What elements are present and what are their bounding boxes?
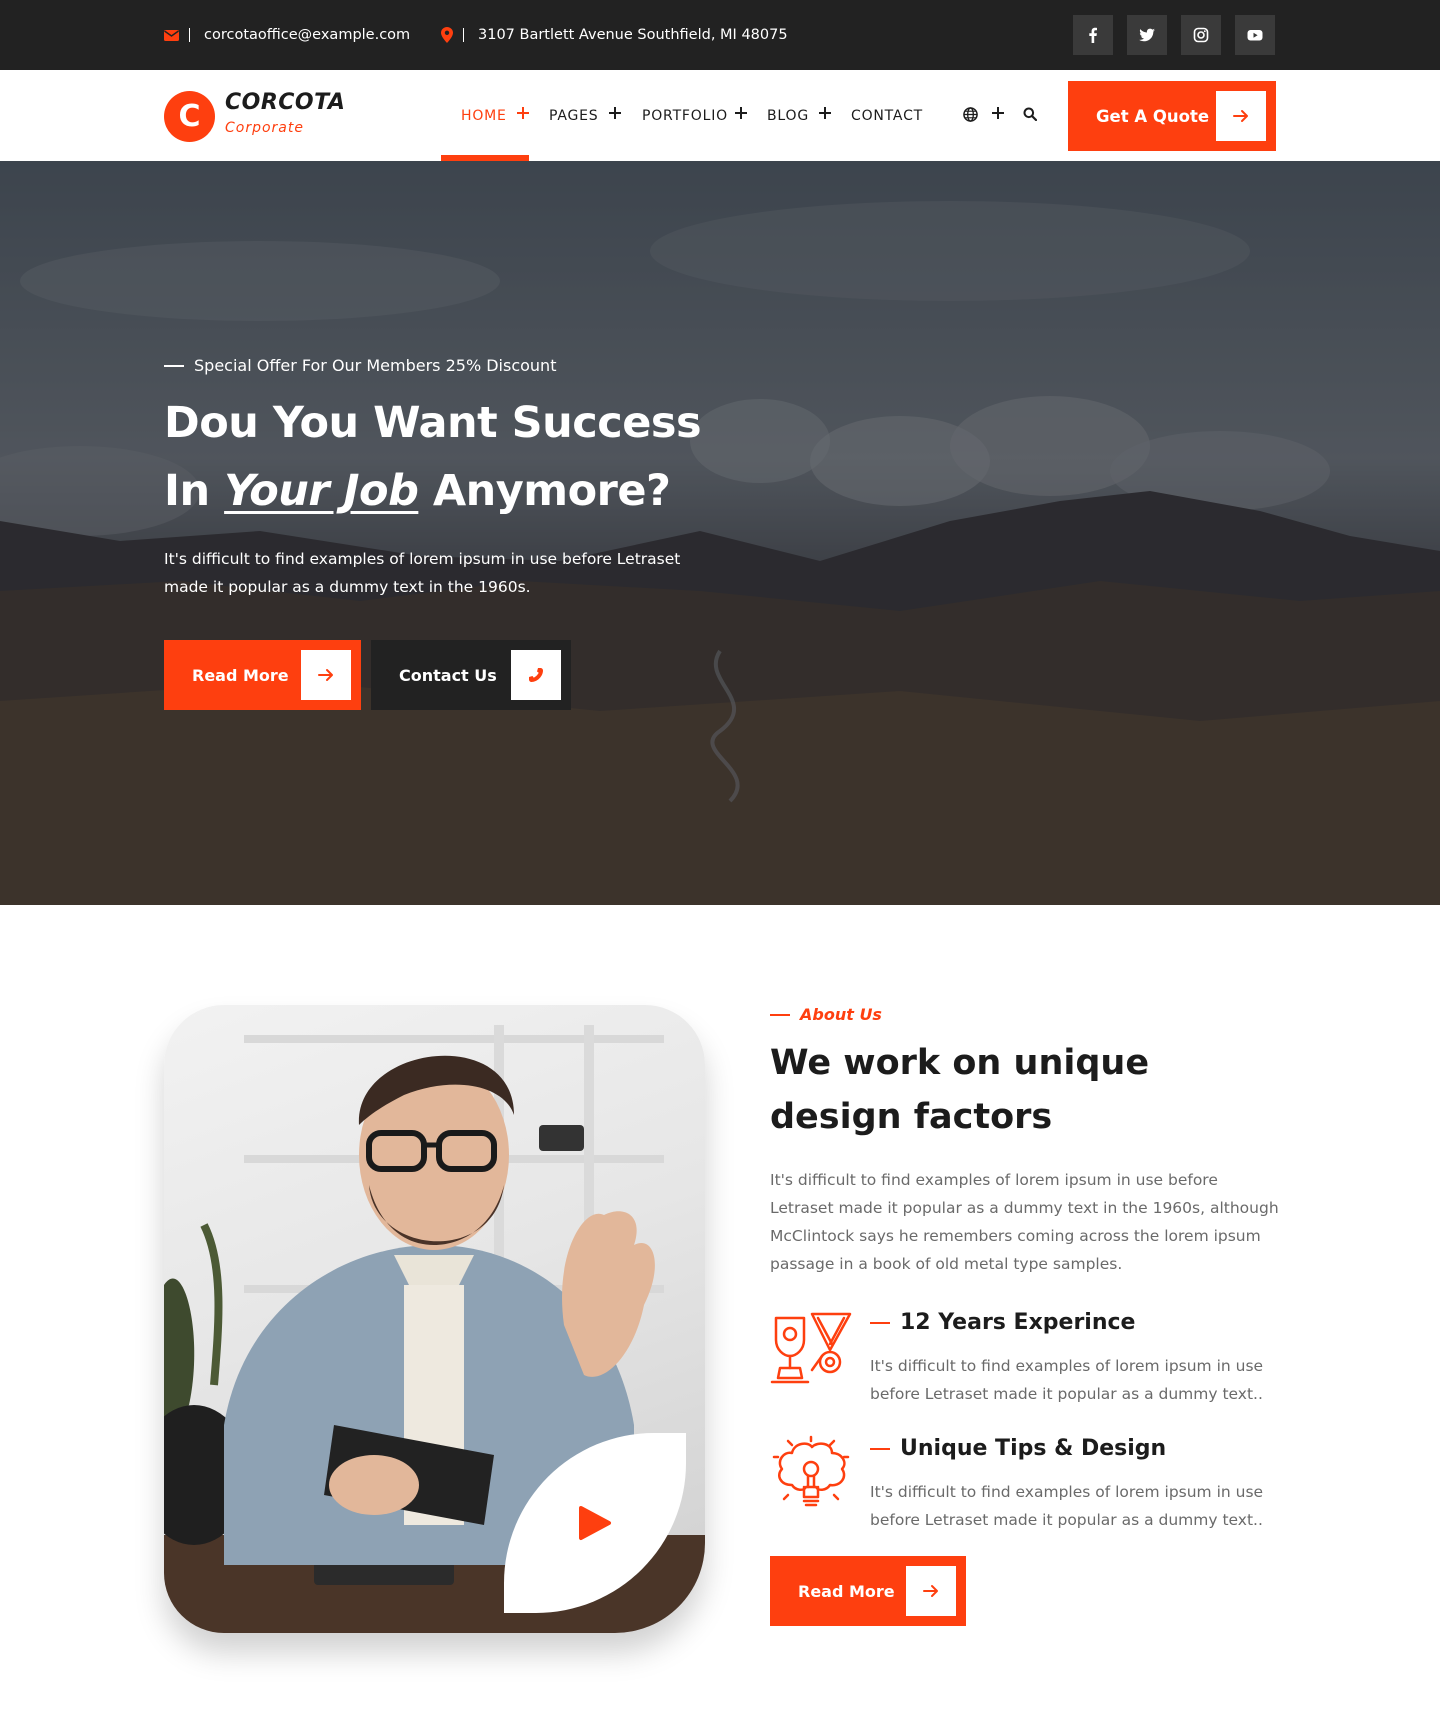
hero-overlay [0, 161, 1440, 905]
logo-name[interactable]: CORCOTA [225, 90, 345, 115]
nav-portfolio[interactable]: PORTFOLIO [642, 70, 728, 161]
about-eyebrow-text: About Us [800, 1005, 882, 1024]
logo-letter: C [178, 99, 201, 134]
hero-title-prefix: In [164, 466, 210, 516]
read-more-arrow-box [301, 650, 351, 700]
nav-blog[interactable]: BLOG [767, 70, 809, 161]
hero-title-line1: Dou You Want Success [164, 398, 702, 448]
twitter-link[interactable] [1127, 15, 1167, 55]
search-button[interactable] [1022, 106, 1038, 122]
read-more-label: Read More [798, 1581, 895, 1601]
dash-decoration [870, 1321, 890, 1324]
nav-pages[interactable]: PAGES [549, 70, 598, 161]
feature-title-design: Unique Tips & Design [870, 1436, 1166, 1461]
youtube-icon [1247, 30, 1263, 41]
site-header: C CORCOTA Corporate HOME PAGES PORTFOLIO… [0, 70, 1440, 161]
instagram-link[interactable] [1181, 15, 1221, 55]
facebook-link[interactable] [1073, 15, 1113, 55]
plus-icon[interactable] [734, 106, 748, 120]
hero-contact-us-button[interactable]: Contact Us [371, 640, 571, 710]
plus-icon[interactable] [818, 106, 832, 120]
dash-decoration [164, 364, 184, 367]
get-a-quote-button[interactable]: Get A Quote [1068, 81, 1276, 151]
dash-decoration [870, 1447, 890, 1450]
arrow-right-icon [923, 1585, 938, 1597]
youtube-link[interactable] [1235, 15, 1275, 55]
arrow-right-icon [318, 669, 333, 681]
top-address: 3107 Bartlett Avenue Southfield, MI 4807… [441, 0, 788, 70]
language-selector[interactable] [962, 106, 978, 122]
arrow-right-icon [1233, 110, 1248, 122]
contact-us-label: Contact Us [399, 665, 497, 685]
instagram-icon [1193, 27, 1209, 43]
nav-home[interactable]: HOME [461, 70, 507, 161]
about-read-more-button[interactable]: Read More [770, 1556, 966, 1626]
logo-mark[interactable]: C [164, 91, 215, 142]
hero-eyebrow: Special Offer For Our Members 25% Discou… [164, 356, 556, 375]
hero-title-emphasis: Your Job [224, 466, 419, 516]
feature-title-experience: 12 Years Experince [870, 1310, 1135, 1335]
hero-read-more-button[interactable]: Read More [164, 640, 361, 710]
hero-title-suffix: Anymore? [432, 466, 671, 516]
divider [189, 28, 190, 42]
nav-contact[interactable]: CONTACT [851, 70, 923, 161]
hero-description: It's difficult to find examples of lorem… [164, 550, 681, 596]
email-text: corcotaoffice@example.com [204, 27, 411, 43]
brain-bulb-icon [770, 1435, 852, 1519]
play-icon [579, 1506, 611, 1540]
hero-eyebrow-text: Special Offer For Our Members 25% Discou… [194, 356, 557, 375]
facebook-icon [1089, 27, 1097, 43]
about-description: It's difficult to find examples of lorem… [770, 1171, 1279, 1273]
phone-icon [529, 668, 543, 682]
contact-phone-box [511, 650, 561, 700]
address-text: 3107 Bartlett Avenue Southfield, MI 4807… [478, 27, 788, 43]
quote-arrow-box [1216, 91, 1266, 141]
dash-decoration [770, 1013, 790, 1016]
hero-title: Dou You Want Success In Your Job Anymore… [164, 389, 702, 525]
logo-tagline: Corporate [225, 120, 304, 136]
feature-title-text: Unique Tips & Design [900, 1436, 1167, 1461]
read-more-arrow-box [906, 1566, 956, 1616]
about-eyebrow: About Us [770, 1005, 882, 1024]
globe-icon [962, 106, 978, 122]
top-bar: corcotaoffice@example.com 3107 Bartlett … [0, 0, 1440, 70]
trophy-award-icon [770, 1310, 852, 1392]
twitter-icon [1139, 28, 1155, 42]
divider [463, 28, 464, 42]
feature-description-design: It's difficult to find examples of lorem… [870, 1483, 1264, 1529]
about-title: We work on unique design factors [770, 1043, 1150, 1137]
read-more-label: Read More [192, 665, 289, 685]
plus-icon[interactable] [991, 106, 1005, 120]
search-icon [1023, 107, 1037, 121]
quote-button-label: Get A Quote [1096, 106, 1210, 126]
plus-icon[interactable] [608, 106, 622, 120]
hero-section: Special Offer For Our Members 25% Discou… [0, 161, 1440, 905]
map-pin-icon [441, 27, 453, 43]
top-email[interactable]: corcotaoffice@example.com [164, 0, 410, 70]
feature-title-text: 12 Years Experince [900, 1310, 1136, 1335]
envelope-icon [164, 29, 179, 41]
plus-icon[interactable] [516, 106, 530, 120]
hero-title-line2: In Your Job Anymore? [164, 457, 701, 525]
feature-description-experience: It's difficult to find examples of lorem… [870, 1357, 1264, 1403]
